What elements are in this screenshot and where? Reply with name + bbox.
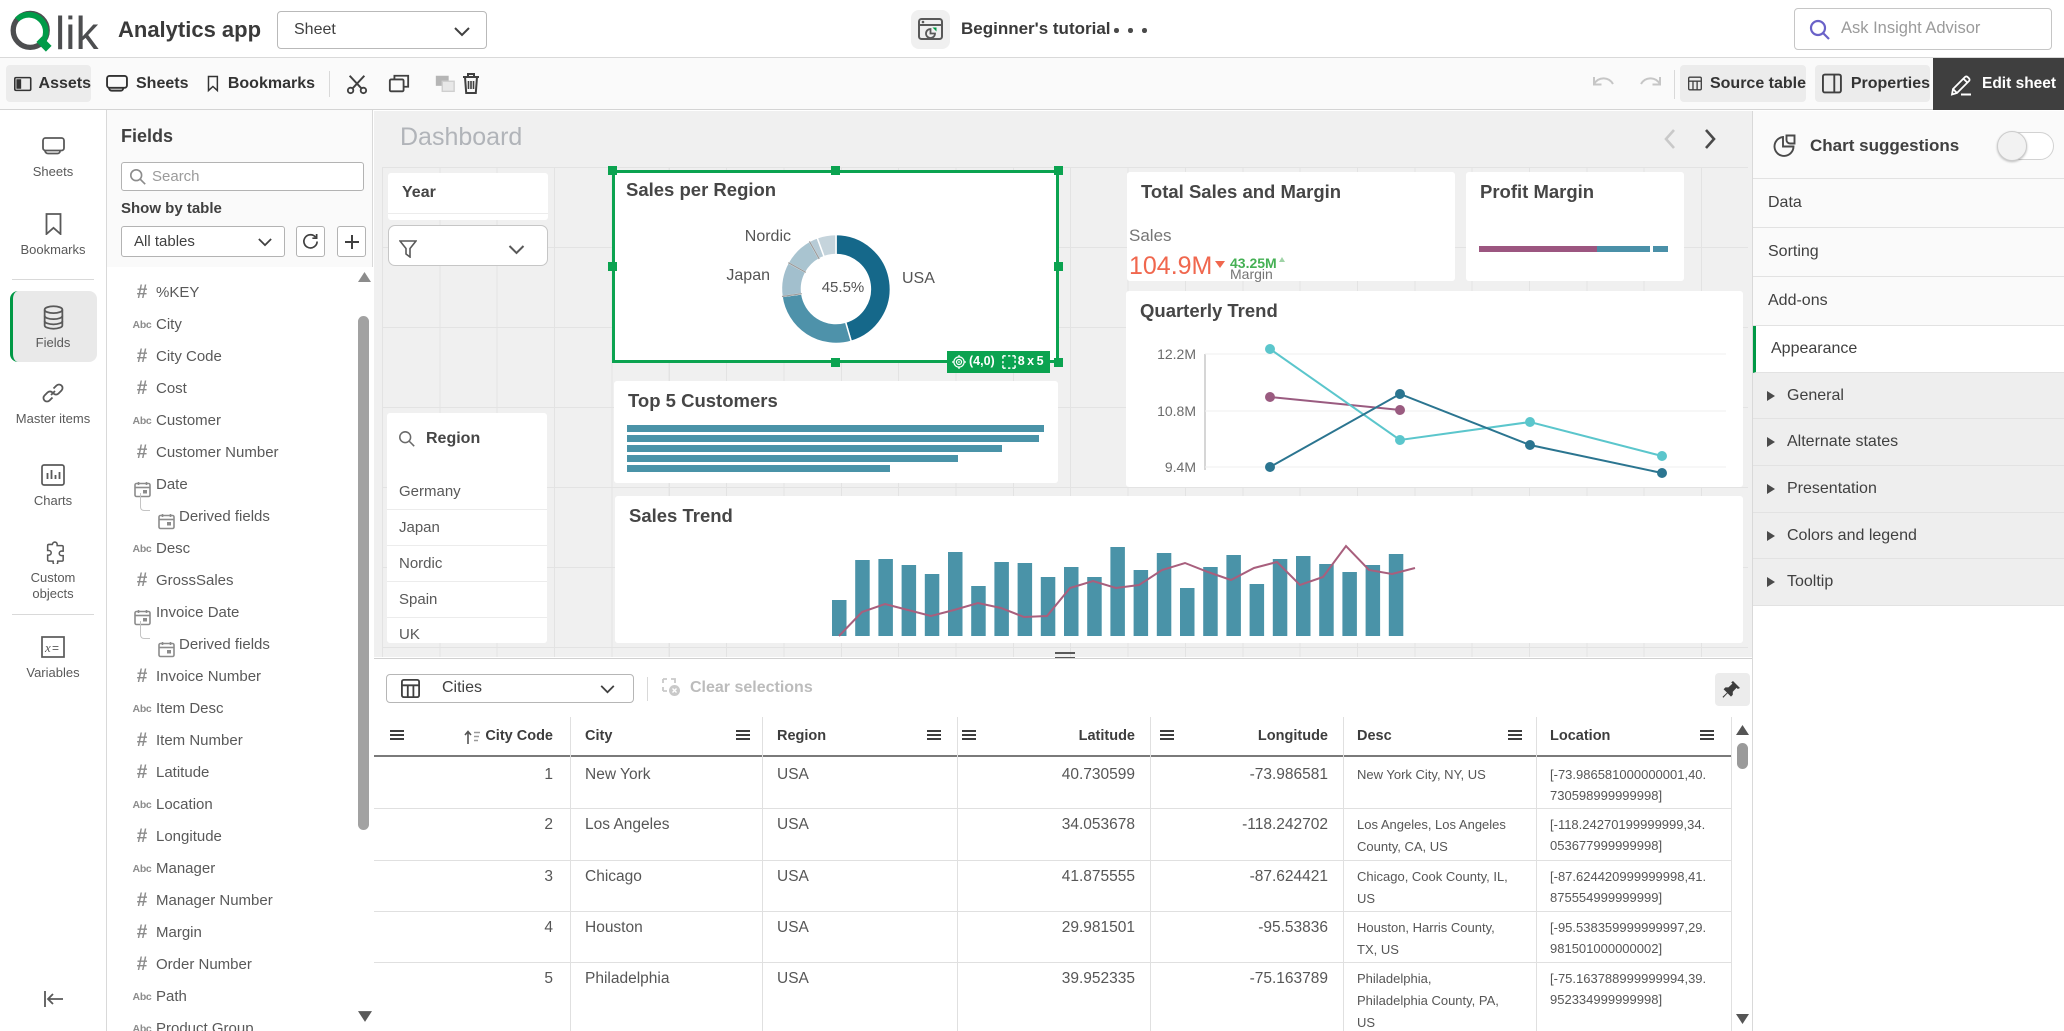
svg-text:=: = — [52, 641, 59, 655]
svg-text:x: x — [44, 640, 51, 655]
svg-text:Japan: Japan — [726, 267, 770, 284]
svg-text:lik: lik — [55, 7, 99, 54]
svg-text:Nordic: Nordic — [745, 228, 791, 245]
svg-text:USA: USA — [902, 270, 935, 287]
svg-text:10.8M: 10.8M — [1157, 403, 1196, 419]
svg-text:12.2M: 12.2M — [1157, 346, 1196, 362]
svg-text:9.4M: 9.4M — [1165, 459, 1196, 475]
svg-text:45.5%: 45.5% — [822, 279, 865, 296]
